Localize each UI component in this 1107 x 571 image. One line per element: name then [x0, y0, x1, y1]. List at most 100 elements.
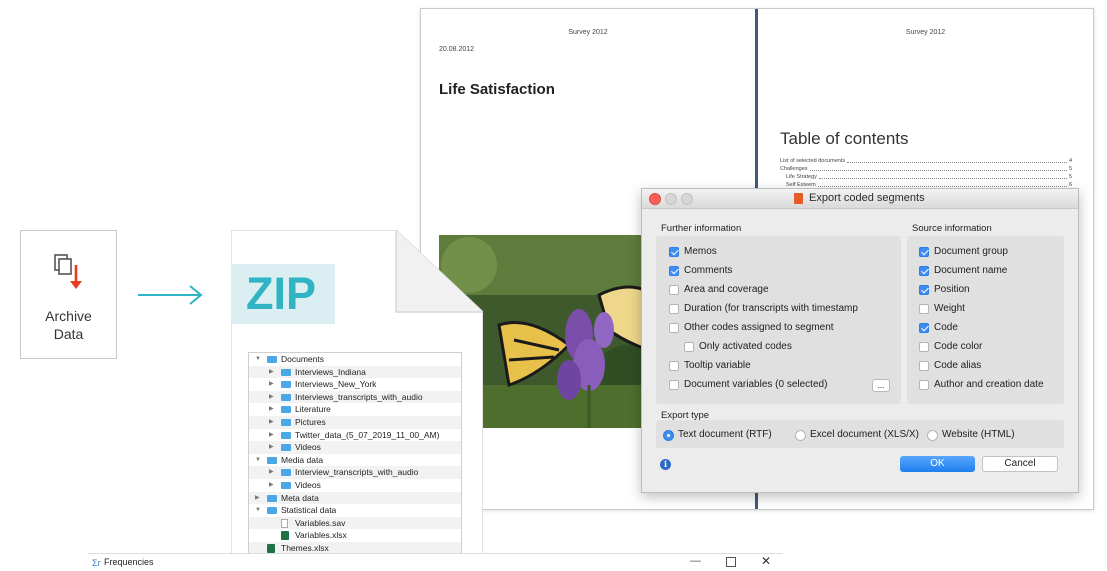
- checkbox-unchecked[interactable]: [919, 342, 929, 352]
- tree-row[interactable]: ▶ Pictures: [249, 415, 461, 429]
- folder-icon: [267, 356, 277, 363]
- toc-entry-page: 5: [1068, 174, 1072, 180]
- folder-icon: [281, 406, 291, 414]
- toc-leader: [809, 165, 1067, 171]
- folder-icon: [267, 507, 277, 515]
- option-label: Only activated codes: [699, 341, 792, 352]
- checkbox-checked[interactable]: [669, 266, 679, 276]
- disclosure-closed-icon[interactable]: ▶: [269, 403, 274, 416]
- tree-row[interactable]: ▶ Interviews_New_York: [249, 378, 461, 391]
- toc-entry-label: List of selected documents: [780, 158, 846, 164]
- tree-item-label: Videos: [295, 479, 321, 490]
- checkbox-checked[interactable]: [669, 247, 679, 257]
- disclosure-closed-icon[interactable]: ▶: [269, 479, 274, 492]
- arrow-right-icon: [138, 285, 203, 305]
- disclosure-closed-icon[interactable]: ▶: [269, 378, 274, 391]
- checkbox-unchecked[interactable]: [669, 285, 679, 295]
- checkbox-unchecked[interactable]: [919, 304, 929, 314]
- tree-row[interactable]: ▶ Videos: [249, 479, 461, 492]
- tree-row[interactable]: ▼ Documents: [249, 353, 461, 366]
- checkbox-unchecked[interactable]: [919, 380, 929, 390]
- disclosure-closed-icon[interactable]: ▶: [269, 466, 274, 479]
- archive-file-tree: ▼ Documents ▶ Interviews_Indiana ▶ Interviews…: [248, 352, 462, 557]
- checkbox-checked[interactable]: [919, 285, 929, 295]
- info-icon[interactable]: i: [660, 459, 671, 470]
- toc-leader: [818, 173, 1067, 179]
- toc-entry-label: Life Strategy: [786, 174, 817, 180]
- tree-item-label: Twitter_data_(5_07_2019_11_00_AM): [295, 429, 440, 440]
- option-label: Document group: [934, 246, 1008, 257]
- folder-icon: [281, 381, 291, 389]
- tree-item-label: Documents: [281, 354, 324, 364]
- report-title: Life Satisfaction: [439, 81, 555, 98]
- window-minimize-button[interactable]: [665, 193, 677, 205]
- disclosure-closed-icon[interactable]: ▶: [269, 429, 274, 442]
- archive-data-button[interactable]: Archive Data: [20, 230, 117, 359]
- tree-row[interactable]: ▶ Twitter_data_(5_07_2019_11_00_AM): [249, 429, 461, 442]
- ok-button[interactable]: OK: [900, 456, 975, 472]
- radio-unselected[interactable]: [795, 430, 806, 441]
- option-label: Code alias: [934, 360, 982, 371]
- sum-icon: Σr: [92, 558, 101, 568]
- dialog-title: Export coded segments: [809, 192, 925, 204]
- checkbox-unchecked[interactable]: [919, 361, 929, 371]
- frequencies-window: Σr Frequencies — ✕: [88, 553, 783, 571]
- radio-selected[interactable]: [663, 430, 674, 441]
- table-of-contents: List of selected documents 4 Challenges 5 Li…: [780, 157, 1072, 189]
- disclosure-closed-icon[interactable]: ▶: [269, 366, 274, 379]
- tree-item-label: Interviews_New_York: [295, 379, 377, 390]
- disclosure-open-icon[interactable]: ▼: [255, 454, 261, 467]
- checkbox-unchecked[interactable]: [669, 304, 679, 314]
- tree-row[interactable]: Variables.sav: [249, 516, 461, 530]
- checkbox-unchecked[interactable]: [669, 380, 679, 390]
- folder-icon: [281, 431, 291, 439]
- close-button[interactable]: ✕: [761, 554, 771, 568]
- cancel-button[interactable]: Cancel: [982, 456, 1058, 472]
- disclosure-closed-icon[interactable]: ▶: [269, 391, 274, 404]
- tree-row[interactable]: ▼ Statistical data: [249, 504, 461, 517]
- toc-title: Table of contents: [780, 129, 909, 148]
- tree-row[interactable]: ▶ Interview_transcripts_with_audio: [249, 466, 461, 479]
- checkbox-checked[interactable]: [919, 323, 929, 333]
- window-close-button[interactable]: [649, 193, 661, 205]
- tree-row[interactable]: ▶ Interviews_transcripts_with_audio: [249, 390, 461, 404]
- checkbox-unchecked[interactable]: [669, 323, 679, 333]
- option-label: Weight: [934, 303, 965, 314]
- disclosure-open-icon[interactable]: ▼: [255, 353, 261, 366]
- radio-unselected[interactable]: [927, 430, 938, 441]
- radio-label: Text document (RTF): [678, 429, 772, 440]
- document-variables-select-button[interactable]: ...: [872, 379, 890, 392]
- checkbox-unchecked[interactable]: [669, 361, 679, 371]
- folder-icon: [267, 494, 277, 502]
- disclosure-open-icon[interactable]: ▼: [255, 504, 261, 517]
- tree-row[interactable]: ▶ Videos: [249, 441, 461, 454]
- disclosure-closed-icon[interactable]: ▶: [269, 416, 274, 429]
- tree-row[interactable]: Variables.xlsx: [249, 529, 461, 542]
- toc-leader: [817, 181, 1067, 187]
- tree-row[interactable]: ▼ Media data: [249, 454, 461, 467]
- zip-label: ZIP: [246, 268, 317, 319]
- option-label: Memos: [684, 246, 717, 257]
- option-label: Area and coverage: [684, 284, 769, 295]
- toc-entry-label: Challenges: [780, 166, 808, 172]
- maximize-button[interactable]: [726, 557, 736, 567]
- checkbox-unchecked[interactable]: [684, 342, 694, 352]
- archive-icon: [54, 254, 82, 289]
- option-label: Code: [934, 322, 958, 333]
- option-label: Tooltip variable: [684, 360, 751, 371]
- checkbox-checked[interactable]: [919, 266, 929, 276]
- window-zoom-button[interactable]: [681, 193, 693, 205]
- checkbox-checked[interactable]: [919, 247, 929, 257]
- option-label: Document name: [934, 265, 1008, 276]
- tree-row[interactable]: ▶ Meta data: [249, 491, 461, 505]
- tree-row[interactable]: ▶ Literature: [249, 403, 461, 416]
- source-information-label: Source information: [912, 223, 992, 234]
- disclosure-closed-icon[interactable]: ▶: [255, 492, 260, 505]
- tree-row[interactable]: ▶ Interviews_Indiana: [249, 365, 461, 379]
- minimize-button[interactable]: —: [690, 555, 701, 567]
- tree-item-label: Interviews_transcripts_with_audio: [295, 391, 423, 402]
- tree-item-label: Meta data: [281, 492, 319, 503]
- radio-label: Excel document (XLS/X): [810, 429, 919, 440]
- excel-file-icon: [281, 531, 289, 541]
- disclosure-closed-icon[interactable]: ▶: [269, 441, 274, 454]
